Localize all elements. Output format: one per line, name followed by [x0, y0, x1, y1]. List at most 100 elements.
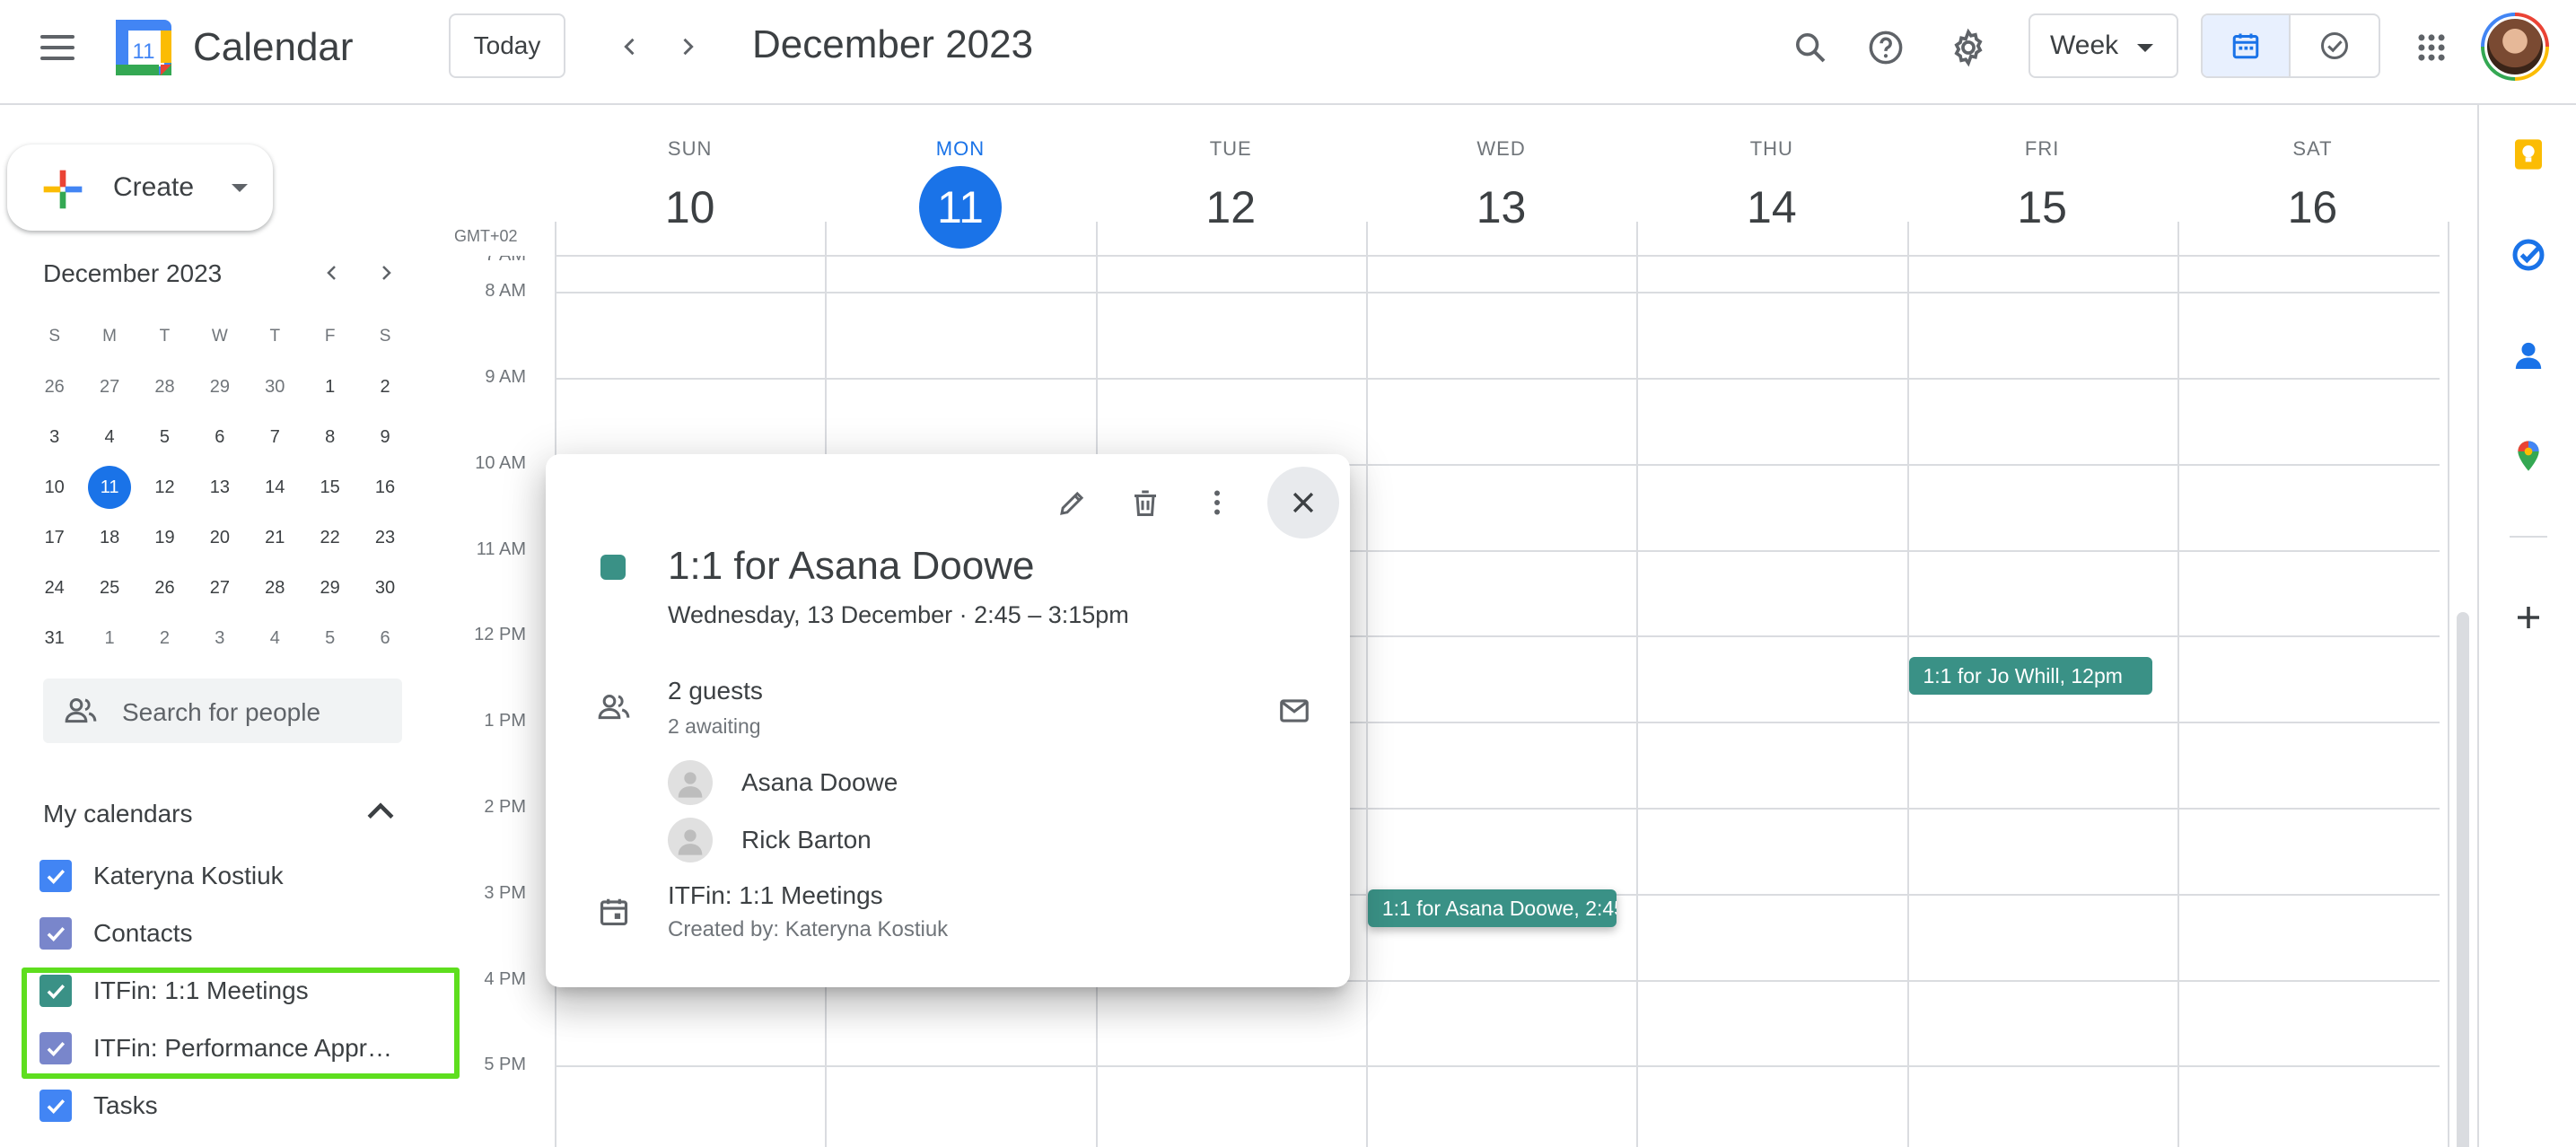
- day-number[interactable]: 14: [1730, 166, 1813, 249]
- mini-day[interactable]: 5: [302, 617, 357, 660]
- mini-day[interactable]: 27: [82, 365, 136, 408]
- mini-day[interactable]: 8: [302, 416, 357, 459]
- day-number[interactable]: 16: [2271, 166, 2353, 249]
- mini-day[interactable]: 28: [137, 365, 192, 408]
- mini-day[interactable]: 18: [82, 516, 136, 559]
- mini-day[interactable]: 6: [192, 416, 247, 459]
- mini-day[interactable]: 28: [248, 566, 302, 609]
- day-number[interactable]: 13: [1460, 166, 1543, 249]
- edit-event-button[interactable]: [1044, 474, 1101, 531]
- next-week-button[interactable]: [662, 22, 713, 72]
- mini-day[interactable]: 15: [302, 466, 357, 509]
- calendar-item[interactable]: Kateryna Kostiuk: [39, 851, 406, 901]
- mini-day[interactable]: 9: [357, 416, 412, 459]
- calendar-event[interactable]: 1:1 for Jo Whill, 12pm: [1908, 657, 2152, 696]
- settings-button[interactable]: [1942, 22, 1994, 74]
- mini-day[interactable]: 19: [137, 516, 192, 559]
- previous-week-button[interactable]: [605, 22, 655, 72]
- delete-event-button[interactable]: [1117, 474, 1174, 531]
- mini-day[interactable]: 17: [27, 516, 82, 559]
- calendar-item[interactable]: ITFin: 1:1 Meetings: [39, 966, 406, 1016]
- mini-day[interactable]: 14: [248, 466, 302, 509]
- mini-next-month-button[interactable]: [366, 253, 406, 293]
- grid-scrollbar[interactable]: [2457, 612, 2469, 1147]
- day-header[interactable]: WED 13: [1366, 105, 1636, 256]
- main-menu-icon[interactable]: [34, 24, 81, 71]
- mini-day[interactable]: 6: [357, 617, 412, 660]
- mini-day[interactable]: 4: [82, 416, 136, 459]
- calendar-checkbox[interactable]: [39, 975, 72, 1007]
- day-header[interactable]: SUN 10: [555, 105, 825, 256]
- mini-day[interactable]: 21: [248, 516, 302, 559]
- calendar-item[interactable]: Contacts: [39, 908, 406, 959]
- guest-row[interactable]: Rick Barton: [668, 817, 872, 863]
- tasks-button[interactable]: [2506, 232, 2551, 277]
- account-avatar[interactable]: [2481, 13, 2549, 81]
- mini-day[interactable]: 24: [27, 566, 82, 609]
- help-button[interactable]: [1860, 22, 1912, 74]
- more-options-button[interactable]: [1188, 474, 1246, 531]
- day-number[interactable]: 12: [1189, 166, 1272, 249]
- mini-day[interactable]: 30: [248, 365, 302, 408]
- mini-day[interactable]: 29: [302, 566, 357, 609]
- mini-day[interactable]: 30: [357, 566, 412, 609]
- close-popup-button[interactable]: [1267, 467, 1339, 538]
- mini-prev-month-button[interactable]: [312, 253, 352, 293]
- mini-day[interactable]: 1: [82, 617, 136, 660]
- maps-button[interactable]: [2506, 433, 2551, 478]
- day-number[interactable]: 10: [649, 166, 732, 249]
- mini-day[interactable]: 12: [137, 466, 192, 509]
- calendar-checkbox[interactable]: [39, 860, 72, 892]
- tasks-mode-button[interactable]: [2291, 15, 2379, 76]
- add-addon-button[interactable]: [2506, 595, 2551, 640]
- day-header[interactable]: FRI 15: [1907, 105, 2177, 256]
- calendar-item[interactable]: ITFin: Performance Appraisals: [39, 1023, 406, 1073]
- keep-button[interactable]: [2506, 132, 2551, 177]
- mini-day[interactable]: 4: [248, 617, 302, 660]
- today-button[interactable]: Today: [449, 13, 565, 78]
- day-number[interactable]: 15: [2001, 166, 2083, 249]
- day-header[interactable]: THU 14: [1636, 105, 1906, 256]
- mini-day[interactable]: 3: [27, 416, 82, 459]
- mini-day[interactable]: 13: [192, 466, 247, 509]
- day-number[interactable]: 11: [918, 166, 1002, 249]
- create-button[interactable]: Create: [7, 144, 273, 231]
- calendar-event[interactable]: 1:1 for Asana Doowe, 2:45pm: [1367, 889, 1617, 927]
- apps-button[interactable]: [2405, 22, 2458, 74]
- guests-count: 2 guests: [668, 677, 763, 705]
- search-people-input[interactable]: Search for people: [43, 679, 402, 743]
- mini-day[interactable]: 26: [137, 566, 192, 609]
- mini-day[interactable]: 26: [27, 365, 82, 408]
- mini-day[interactable]: 29: [192, 365, 247, 408]
- mini-day-today[interactable]: 11: [82, 466, 136, 509]
- calendar-checkbox[interactable]: [39, 917, 72, 950]
- mini-day[interactable]: 27: [192, 566, 247, 609]
- contacts-button[interactable]: [2506, 333, 2551, 378]
- mini-day[interactable]: 1: [302, 365, 357, 408]
- my-calendars-title[interactable]: My calendars: [43, 800, 193, 828]
- mini-day[interactable]: 10: [27, 466, 82, 509]
- view-selector[interactable]: Week: [2028, 13, 2178, 78]
- calendar-mode-button[interactable]: [2203, 15, 2291, 76]
- mini-day[interactable]: 20: [192, 516, 247, 559]
- mini-day[interactable]: 2: [357, 365, 412, 408]
- chevron-up-icon[interactable]: [361, 792, 400, 832]
- day-header[interactable]: TUE 12: [1096, 105, 1366, 256]
- mini-day[interactable]: 31: [27, 617, 82, 660]
- calendar-checkbox[interactable]: [39, 1090, 72, 1122]
- search-button[interactable]: [1784, 22, 1836, 74]
- day-header[interactable]: SAT 16: [2177, 105, 2448, 256]
- mini-day[interactable]: 25: [82, 566, 136, 609]
- mini-day[interactable]: 16: [357, 466, 412, 509]
- mini-day[interactable]: 2: [137, 617, 192, 660]
- mini-day[interactable]: 7: [248, 416, 302, 459]
- guest-row[interactable]: Asana Doowe: [668, 759, 898, 806]
- calendar-checkbox[interactable]: [39, 1032, 72, 1064]
- mini-day[interactable]: 22: [302, 516, 357, 559]
- mini-day[interactable]: 3: [192, 617, 247, 660]
- mini-day[interactable]: 23: [357, 516, 412, 559]
- email-guests-button[interactable]: [1269, 686, 1319, 736]
- day-header-today[interactable]: MON 11: [825, 105, 1095, 256]
- mini-day[interactable]: 5: [137, 416, 192, 459]
- calendar-item[interactable]: Tasks: [39, 1081, 406, 1131]
